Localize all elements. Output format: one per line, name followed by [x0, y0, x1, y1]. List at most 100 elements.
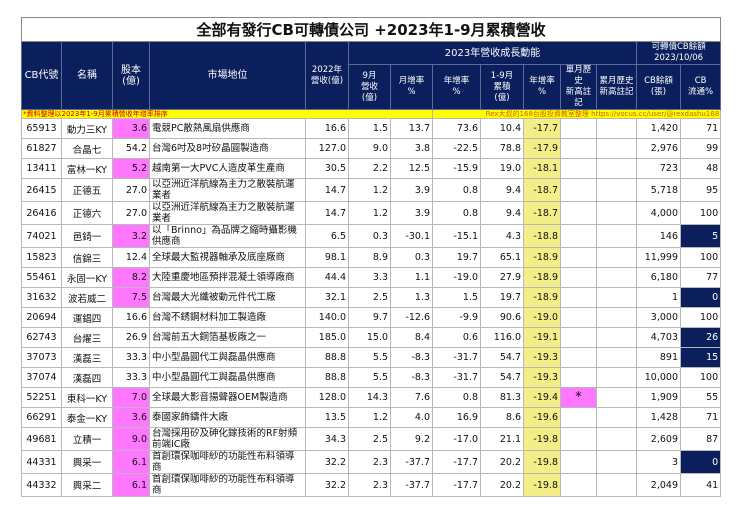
cell-cb-balance: 2,609 [636, 427, 681, 451]
cell-ytd-revenue: 54.7 [480, 347, 524, 368]
cell-sep-revenue: 1.2 [348, 178, 391, 202]
cell-mom: 1.3 [390, 287, 433, 308]
cell-revenue-2022: 185.0 [305, 327, 349, 348]
cell-market-position: 中小型晶圓代工與磊晶供應商 [149, 367, 306, 388]
cell-cum-high [596, 307, 637, 328]
cell-sep-revenue: 3.3 [348, 267, 391, 288]
cell-ytd-yoy: -19.1 [523, 327, 561, 348]
cell-cb-code: 13411 [21, 158, 62, 179]
cell-cb-flow: 100 [679, 367, 722, 388]
cell-cb-balance: 1 [636, 287, 681, 308]
cell-cb-code: 66291 [21, 407, 62, 428]
cell-cb-flow: 55 [679, 387, 722, 408]
cell-cum-high [596, 287, 637, 308]
cell-market-position: 以亞洲近洋航線為主力之散裝航運業者 [149, 178, 306, 202]
cell-ytd-yoy: -17.9 [523, 138, 561, 159]
cell-ytd-revenue: 9.4 [480, 201, 524, 225]
cell-cum-high [596, 407, 637, 428]
table-row: 49681 立積一 9.0 台灣採用矽及砷化鎵技術的RF射頻前端IC廠 34.3 2.5 9… [21, 427, 722, 451]
table-row: 26416 正德六 27.0 以亞洲近洋航線為主力之散裝航運業者 14.7 1.2 3.9 0… [21, 201, 722, 225]
cell-market-position: 台灣不銹鋼材料加工製造廠 [149, 307, 306, 328]
cell-ytd-yoy: -19.8 [523, 427, 561, 451]
cell-cb-flow: 100 [679, 201, 722, 225]
cell-capital: 54.2 [112, 138, 150, 159]
cell-revenue-2022: 140.0 [305, 307, 349, 328]
cell-cb-balance: 11,999 [636, 247, 681, 268]
cell-mom: 0.3 [390, 247, 433, 268]
cell-ytd-yoy: -19.0 [523, 307, 561, 328]
cell-yoy: 16.9 [432, 407, 481, 428]
cell-cb-balance: 3,000 [636, 307, 681, 328]
cell-market-position: 台灣前五大銅箔基板廠之一 [149, 327, 306, 348]
header-name: 名稱 [61, 41, 113, 110]
cell-cb-flow: 41 [679, 473, 722, 497]
cell-mom: -8.3 [390, 347, 433, 368]
cell-cum-high [596, 201, 637, 225]
cell-cum-high [596, 118, 637, 139]
cell-cb-balance: 891 [636, 347, 681, 368]
cell-yoy: 0.8 [432, 387, 481, 408]
cell-cum-high [596, 347, 637, 368]
header-cb-balance: CB餘額 (張) [636, 64, 681, 110]
cell-revenue-2022: 32.2 [305, 450, 349, 474]
cell-cb-balance: 3 [636, 450, 681, 474]
header-group-cb: 可轉債CB餘額 2023/10/06 [635, 41, 722, 65]
cell-revenue-2022: 88.8 [305, 347, 349, 368]
header-ytd: 1-9月 累積 (億) [480, 64, 524, 110]
cell-ytd-yoy: -19.8 [523, 450, 561, 474]
cell-capital: 33.3 [112, 347, 150, 368]
header-rev2022: 2022年 營收(億) [305, 41, 349, 110]
cell-sep-revenue: 2.2 [348, 158, 391, 179]
cell-cb-code: 49681 [21, 427, 62, 451]
cell-name: 合晶七 [61, 138, 113, 159]
header-cb-flow: CB 流通% [679, 64, 722, 110]
header-single-high: 單月歷史 新高註記 [560, 64, 597, 110]
cell-cum-high [596, 158, 637, 179]
cell-cb-balance: 2,976 [636, 138, 681, 159]
cell-sep-revenue: 1.2 [348, 407, 391, 428]
page-title: 全部有發行CB可轉債公司 +2023年1-9月累積營收 [20, 17, 722, 42]
table-row: 55461 永固一KY 8.2 大陸重慶地區預拌混凝土領導廠商 44.4 3.3 1.1 -1… [21, 267, 722, 288]
cell-cb-code: 74021 [21, 224, 62, 248]
table-row: 44332 興采二 6.1 首創環保咖啡紗的功能性布料領導商 32.2 2.3 -37.7-… [21, 473, 722, 497]
table-row: 52251 東科一KY 7.0 全球最大影音揚聲器OEM製造商 128.0 14.3 7.6… [21, 387, 722, 408]
cell-cb-flow: 71 [679, 118, 722, 139]
cell-cb-balance: 1,428 [636, 407, 681, 428]
cell-sep-revenue: 1.5 [348, 118, 391, 139]
cell-sep-revenue: 5.5 [348, 367, 391, 388]
table-row: 61827 合晶七 54.2 台灣6吋及8吋矽晶圓製造商 127.0 9.0 3.8 -22.… [21, 138, 722, 159]
header-code: CB代號 [21, 41, 62, 110]
cell-name: 立積一 [61, 427, 113, 451]
cell-revenue-2022: 32.1 [305, 287, 349, 308]
cell-single-high [560, 347, 597, 368]
cell-capital: 3.6 [112, 118, 150, 139]
cell-cum-high [596, 427, 637, 451]
table-row: 15823 信錦三 12.4 全球最大監視器軸承及底座廠商 98.1 8.9 0.3 19.7… [21, 247, 722, 268]
cell-sep-revenue: 8.9 [348, 247, 391, 268]
cell-single-high [560, 178, 597, 202]
cell-ytd-revenue: 9.4 [480, 178, 524, 202]
cell-cb-code: 61827 [21, 138, 62, 159]
cell-sep-revenue: 5.5 [348, 347, 391, 368]
cell-name: 興采一 [61, 450, 113, 474]
cell-cum-high [596, 367, 637, 388]
cell-ytd-yoy: -18.7 [523, 201, 561, 225]
cell-single-high [560, 307, 597, 328]
cell-ytd-revenue: 21.1 [480, 427, 524, 451]
cell-ytd-revenue: 19.0 [480, 158, 524, 179]
cell-single-high [560, 450, 597, 474]
table-row: 20694 運錩四 16.6 台灣不銹鋼材料加工製造廠 140.0 9.7 -12.6 -9.… [21, 307, 722, 328]
cell-cb-code: 20694 [21, 307, 62, 328]
cell-yoy: -15.9 [432, 158, 481, 179]
cell-cb-flow: 77 [679, 267, 722, 288]
cell-ytd-revenue: 4.3 [480, 224, 524, 248]
cell-ytd-yoy: -19.3 [523, 367, 561, 388]
cell-revenue-2022: 34.3 [305, 427, 349, 451]
cell-cb-code: 26416 [21, 201, 62, 225]
cell-cb-balance: 6,180 [636, 267, 681, 288]
cell-cb-flow: 100 [679, 247, 722, 268]
cell-mom: 9.2 [390, 427, 433, 451]
cell-cb-balance: 10,000 [636, 367, 681, 388]
table-row: 65913 動力三KY 3.6 電競PC散熱風扇供應商 16.6 1.5 13.7 73.6 1… [21, 118, 722, 139]
cell-mom: 12.5 [390, 158, 433, 179]
